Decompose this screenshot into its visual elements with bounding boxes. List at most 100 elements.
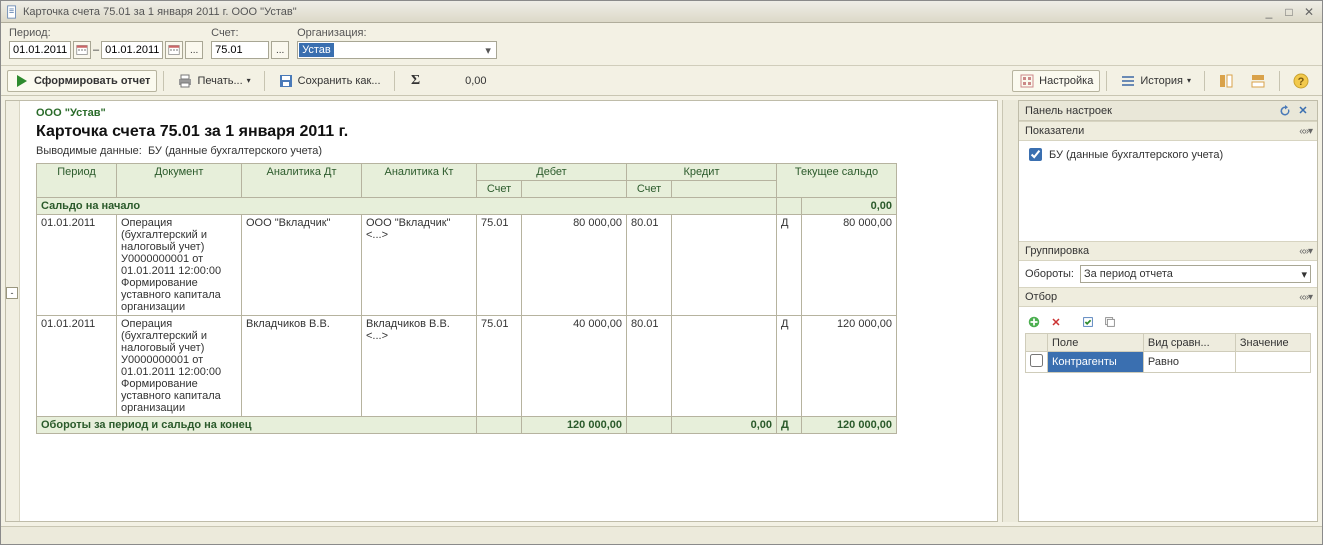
report-scrollbar[interactable] [1002, 100, 1018, 522]
col-credit: Кредит [627, 164, 777, 181]
save-icon [278, 73, 294, 89]
date-from-calendar-icon[interactable] [73, 41, 91, 59]
saldo-start-row: Сальдо на начало0,00 [37, 198, 897, 215]
settings-panel: Панель настроек ✕ Показатели « » ▾ БУ (д… [1018, 100, 1318, 522]
add-filter-icon[interactable] [1025, 313, 1043, 331]
indicator-item[interactable]: БУ (данные бухгалтерского учета) [1025, 145, 1311, 164]
fcol-cmp: Вид сравн... [1143, 334, 1235, 352]
svg-text:?: ? [1298, 76, 1305, 88]
edit-filter-icon[interactable] [1079, 313, 1097, 331]
table-row[interactable]: 01.01.2011Операция (бухгалтерский и нало… [37, 316, 897, 417]
history-label: История [1140, 75, 1183, 87]
col-adt: Аналитика Дт [242, 164, 362, 198]
account-more-button[interactable]: ... [271, 41, 289, 59]
org-value: Устав [299, 43, 334, 57]
totals-row: Обороты за период и сальдо на конец120 0… [37, 417, 897, 434]
print-label: Печать... [197, 75, 242, 87]
panel-title: Панель настроек [1025, 105, 1112, 117]
help-button[interactable]: ? [1286, 70, 1316, 92]
statusbar [1, 526, 1322, 544]
chevron-down-icon: ▾ [1187, 76, 1191, 85]
filter-val[interactable] [1235, 352, 1310, 373]
minimize-button[interactable]: _ [1260, 5, 1278, 19]
sect-filter: Отбор [1025, 291, 1057, 303]
period-label: Период: [9, 27, 203, 39]
history-button[interactable]: История ▾ [1113, 70, 1198, 92]
layout-icon [1218, 73, 1234, 89]
col-cacc: Счет [627, 181, 672, 198]
period-more-button[interactable]: ... [185, 41, 203, 59]
panel-close-icon[interactable]: ✕ [1295, 103, 1311, 119]
col-dacc: Счет [477, 181, 522, 198]
document-icon [5, 5, 19, 19]
group-label: Обороты: [1025, 268, 1074, 280]
printer-icon [177, 73, 193, 89]
sect-indicators: Показатели [1025, 125, 1084, 137]
panel-refresh-icon[interactable] [1277, 103, 1293, 119]
chevrons-icon[interactable]: « » ▾ [1299, 126, 1311, 137]
settings-label: Настройка [1039, 75, 1093, 87]
chevrons-icon[interactable]: « » ▾ [1299, 246, 1311, 257]
date-from-input[interactable] [9, 41, 71, 59]
settings-button[interactable]: Настройка [1012, 70, 1100, 92]
fcol-field: Поле [1048, 334, 1144, 352]
group-select[interactable]: За период отчета ▾ [1080, 265, 1311, 283]
indicator-checkbox[interactable] [1029, 148, 1042, 161]
filter-table: Поле Вид сравн... Значение Контрагенты Р… [1025, 333, 1311, 373]
org-select[interactable]: Устав ▾ [297, 41, 497, 59]
account-input[interactable] [211, 41, 269, 59]
toolbar: Сформировать отчет Печать... ▾ Сохранить… [1, 66, 1322, 96]
list-icon [1120, 73, 1136, 89]
sum-button[interactable]: Σ [401, 70, 431, 92]
save-button[interactable]: Сохранить как... [271, 70, 388, 92]
account-label: Счет: [211, 27, 289, 39]
save-label: Сохранить как... [298, 75, 381, 87]
fcol-val: Значение [1235, 334, 1310, 352]
col-debit: Дебет [477, 164, 627, 181]
chevron-down-icon[interactable]: ▾ [1301, 268, 1307, 281]
close-button[interactable]: ✕ [1300, 5, 1318, 19]
window-title: Карточка счета 75.01 за 1 января 2011 г.… [23, 6, 297, 18]
settings-icon [1019, 73, 1035, 89]
report-area: - ООО "Устав" Карточка счета 75.01 за 1 … [5, 100, 998, 522]
tool-a-button[interactable] [1211, 70, 1241, 92]
remove-filter-icon[interactable]: ✕ [1047, 313, 1065, 331]
chevrons-icon[interactable]: « » ▾ [1299, 292, 1311, 303]
report-subtitle: Выводимые данные: БУ (данные бухгалтерск… [36, 145, 987, 157]
chevron-down-icon[interactable]: ▾ [480, 44, 496, 57]
sigma-icon: Σ [408, 73, 424, 89]
tool-b-button[interactable] [1243, 70, 1273, 92]
layout2-icon [1250, 73, 1266, 89]
collapse-button[interactable]: - [6, 287, 18, 299]
filter-checkbox[interactable] [1030, 354, 1043, 367]
copy-filter-icon[interactable] [1101, 313, 1119, 331]
date-sep: – [93, 44, 99, 56]
filter-field[interactable]: Контрагенты [1048, 352, 1144, 373]
date-to-input[interactable] [101, 41, 163, 59]
org-label: Организация: [297, 27, 497, 39]
chevron-down-icon: ▾ [247, 76, 251, 85]
table-row[interactable]: 01.01.2011Операция (бухгалтерский и нало… [37, 215, 897, 316]
sect-group: Группировка [1025, 245, 1089, 257]
filter-cmp[interactable]: Равно [1143, 352, 1235, 373]
params-bar: Период: – ... Счет: ... Организация: Уст… [1, 23, 1322, 66]
date-to-calendar-icon[interactable] [165, 41, 183, 59]
print-button[interactable]: Печать... ▾ [170, 70, 257, 92]
outline-gutter: - [6, 101, 20, 521]
indicator-label: БУ (данные бухгалтерского учета) [1049, 149, 1223, 161]
col-doc: Документ [117, 164, 242, 198]
form-report-button[interactable]: Сформировать отчет [7, 70, 157, 92]
col-period: Период [37, 164, 117, 198]
report-title: Карточка счета 75.01 за 1 января 2011 г. [36, 123, 987, 141]
maximize-button[interactable]: □ [1280, 5, 1298, 19]
report-org: ООО "Устав" [36, 107, 987, 119]
group-value: За период отчета [1084, 268, 1173, 280]
play-icon [14, 73, 30, 89]
col-akt: Аналитика Кт [362, 164, 477, 198]
sum-value: 0,00 [433, 75, 493, 87]
help-icon: ? [1293, 73, 1309, 89]
form-report-label: Сформировать отчет [34, 75, 150, 87]
filter-row[interactable]: Контрагенты Равно [1026, 352, 1311, 373]
report-table: Период Документ Аналитика Дт Аналитика К… [36, 163, 897, 434]
titlebar: Карточка счета 75.01 за 1 января 2011 г.… [1, 1, 1322, 23]
